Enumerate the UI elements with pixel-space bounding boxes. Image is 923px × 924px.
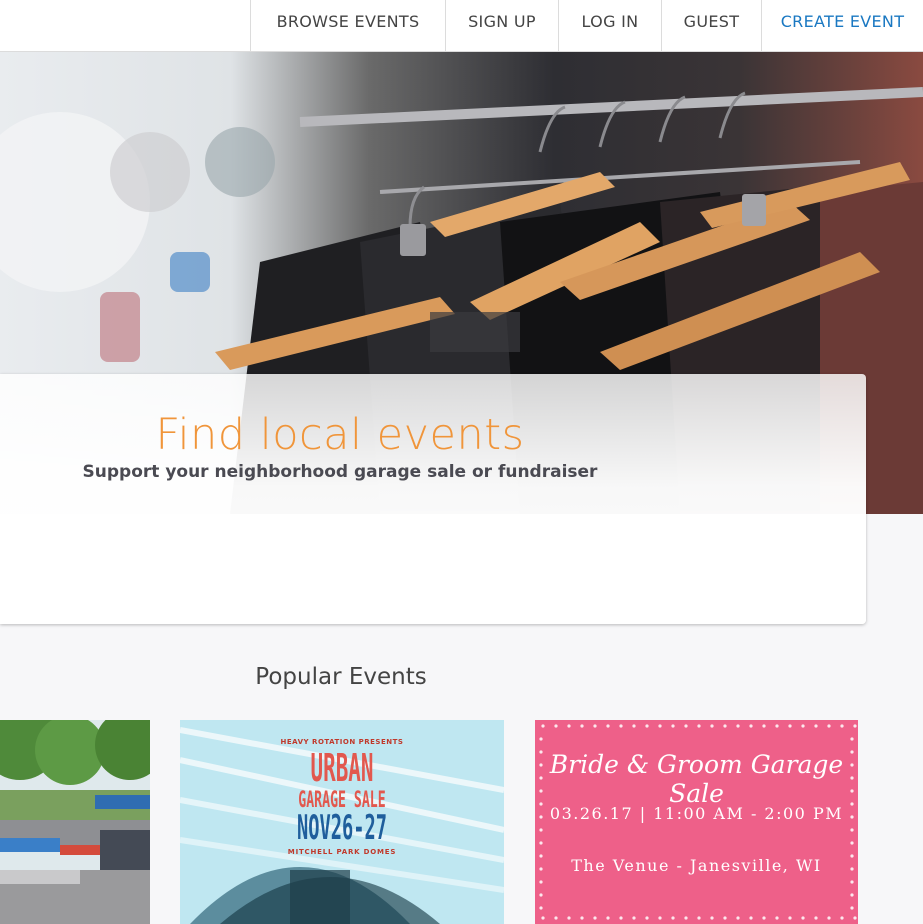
- border-dot: [539, 737, 543, 741]
- border-dot: [749, 724, 753, 728]
- border-dot: [801, 916, 805, 920]
- border-dot: [775, 724, 779, 728]
- border-dot: [840, 724, 844, 728]
- border-dot: [749, 916, 753, 920]
- border-dot: [762, 916, 766, 920]
- border-dot: [606, 724, 610, 728]
- border-dot: [827, 916, 831, 920]
- border-dot: [658, 916, 662, 920]
- border-dot: [671, 724, 675, 728]
- event-3-venue: The Venue - Janesville, WI: [571, 856, 822, 875]
- nav-sign-up[interactable]: SIGN UP: [445, 0, 558, 51]
- poster-venue: MITCHELL PARK DOMES: [287, 848, 397, 856]
- border-dot: [850, 841, 854, 845]
- hero-subtitle: Support your neighborhood garage sale or…: [82, 462, 598, 482]
- border-dot: [619, 724, 623, 728]
- border-dot: [539, 893, 543, 897]
- border-dot: [697, 916, 701, 920]
- border-dot: [580, 916, 584, 920]
- border-dot: [684, 916, 688, 920]
- border-dot: [632, 724, 636, 728]
- border-dot: [606, 916, 610, 920]
- border-dot: [554, 916, 558, 920]
- border-dot: [539, 841, 543, 845]
- event-3-title: Bride & Groom Garage Sale: [549, 750, 844, 808]
- border-dot: [593, 916, 597, 920]
- border-dot: [539, 828, 543, 832]
- border-dot: [850, 828, 854, 832]
- border-dot: [539, 880, 543, 884]
- hero-title: Find local events: [155, 410, 525, 460]
- border-dot: [580, 724, 584, 728]
- border-dot: [736, 916, 740, 920]
- border-dot: [814, 724, 818, 728]
- border-dot: [723, 724, 727, 728]
- border-dot: [801, 724, 805, 728]
- nav-create-event[interactable]: CREATE EVENT: [761, 0, 923, 51]
- border-dot: [671, 916, 675, 920]
- border-dot: [853, 724, 857, 728]
- border-dot: [567, 916, 571, 920]
- border-dot: [567, 724, 571, 728]
- popular-events-title: Popular Events: [255, 664, 427, 690]
- border-dot: [850, 880, 854, 884]
- event-card-2[interactable]: HEAVY ROTATION PRESENTS URBAN GARAGE SAL…: [180, 720, 504, 924]
- border-dot: [850, 893, 854, 897]
- border-dot: [788, 916, 792, 920]
- border-dot: [684, 724, 688, 728]
- border-dot: [593, 724, 597, 728]
- border-dot: [723, 916, 727, 920]
- nav-browse-events[interactable]: BROWSE EVENTS: [250, 0, 445, 51]
- border-dot: [853, 916, 857, 920]
- border-dot: [554, 724, 558, 728]
- border-dot: [541, 916, 545, 920]
- border-dot: [619, 916, 623, 920]
- border-dot: [827, 724, 831, 728]
- border-dot: [850, 737, 854, 741]
- event-card-3[interactable]: Bride & Groom Garage Sale 03.26.17 | 11:…: [535, 720, 858, 924]
- border-dot: [541, 724, 545, 728]
- border-dot: [710, 724, 714, 728]
- poster-urban: URBAN: [310, 746, 374, 790]
- border-dot: [697, 724, 701, 728]
- top-nav: BROWSE EVENTS SIGN UP LOG IN GUEST CREAT…: [0, 0, 923, 52]
- border-dot: [814, 916, 818, 920]
- border-dot: [736, 724, 740, 728]
- border-dot: [710, 916, 714, 920]
- border-dot: [645, 724, 649, 728]
- outdoor-market-image: [0, 720, 150, 924]
- border-dot: [775, 916, 779, 920]
- poster-dates: NOV26-27: [296, 808, 388, 848]
- border-dot: [850, 906, 854, 910]
- border-dot: [658, 724, 662, 728]
- border-dot: [645, 916, 649, 920]
- event-card-1[interactable]: [0, 720, 150, 924]
- border-dot: [788, 724, 792, 728]
- poster-presenter: HEAVY ROTATION PRESENTS: [280, 738, 404, 746]
- border-dot: [762, 724, 766, 728]
- border-dot: [539, 906, 543, 910]
- border-dot: [632, 916, 636, 920]
- nav-log-in[interactable]: LOG IN: [558, 0, 661, 51]
- nav-guest[interactable]: GUEST: [661, 0, 761, 51]
- border-dot: [840, 916, 844, 920]
- event-3-date: 03.26.17 | 11:00 AM - 2:00 PM: [549, 804, 844, 823]
